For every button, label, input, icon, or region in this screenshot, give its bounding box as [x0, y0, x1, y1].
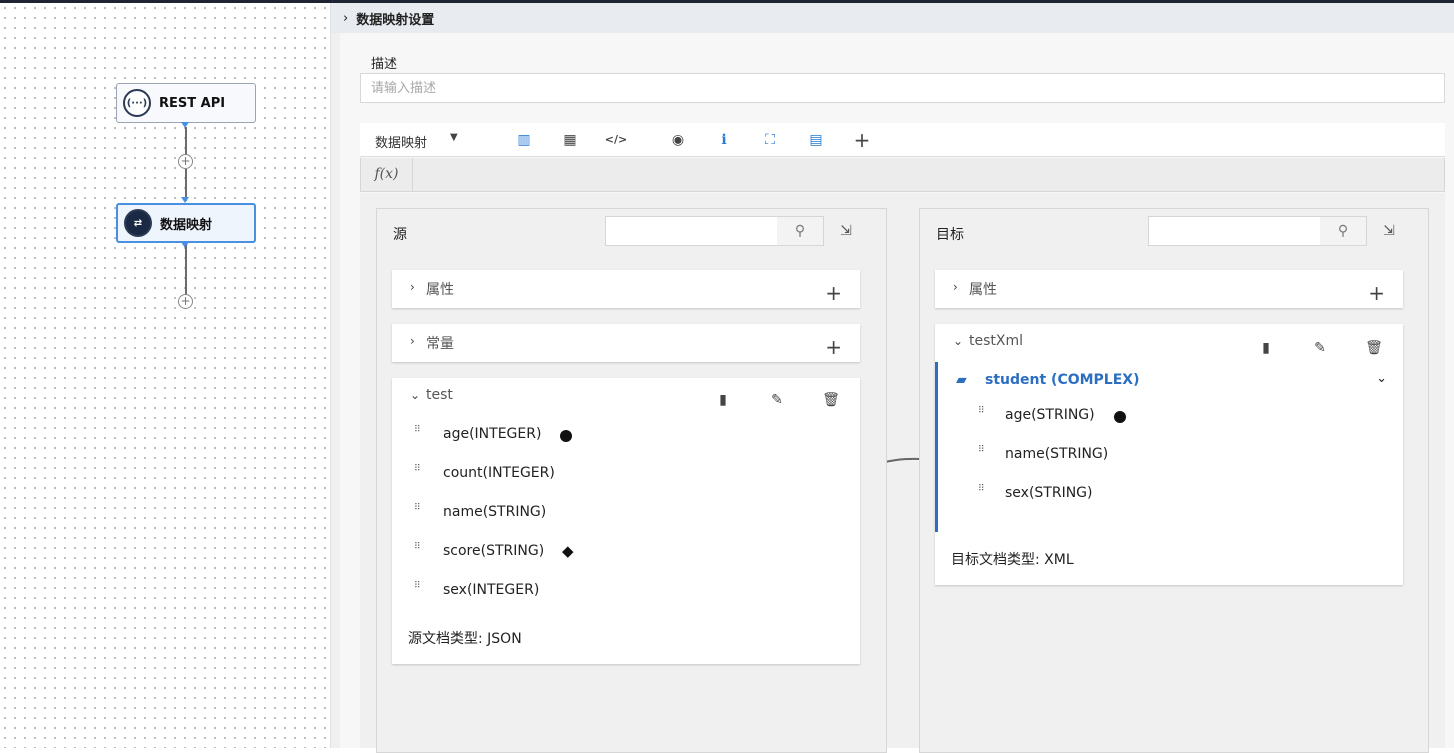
- target-properties-card[interactable]: › 属性 +: [935, 270, 1403, 308]
- chevron-down-icon[interactable]: ⌄: [1376, 371, 1387, 386]
- chevron-right-icon: ›: [953, 280, 958, 294]
- info-icon[interactable]: i: [712, 128, 736, 152]
- chevron-right-icon: ›: [410, 280, 415, 294]
- target-document-card: ⌄ testXml ▮ ✎ 🗑 ▰ student (COMPLEX) ⌄ ⠿ …: [935, 324, 1403, 585]
- add-node-button[interactable]: +: [178, 154, 193, 169]
- search-icon[interactable]: ⚲: [1320, 216, 1367, 246]
- properties-label: 属性: [426, 282, 454, 298]
- eye-icon[interactable]: ◉: [666, 128, 690, 152]
- chevron-down-icon[interactable]: ⌄: [953, 334, 963, 348]
- complex-field-group: ▰ student (COMPLEX) ⌄ ⠿ age(STRING) ⠿ na…: [935, 362, 1403, 532]
- connector-line: [185, 245, 187, 295]
- source-properties-card[interactable]: › 属性 +: [392, 270, 860, 308]
- trash-icon[interactable]: 🗑: [1365, 340, 1383, 356]
- caret-down-icon[interactable]: ▼: [450, 132, 458, 143]
- doc-type-label: 源文档类型: JSON: [408, 631, 522, 647]
- complex-field-name[interactable]: student (COMPLEX): [985, 372, 1140, 388]
- source-document-card: ⌄ test ▮ ✎ 🗑 ⠿ age(INTEGER) ⠿ count(INTE…: [392, 378, 860, 664]
- flow-node-rest-api[interactable]: (···) REST API: [116, 83, 256, 123]
- list-item[interactable]: ⠿ sex(INTEGER): [392, 578, 860, 606]
- document-name: test: [426, 387, 453, 403]
- node-label: REST API: [159, 95, 226, 111]
- drag-handle-icon[interactable]: ⠿: [414, 543, 424, 559]
- drag-handle-icon[interactable]: ⠿: [414, 426, 424, 442]
- drag-handle-icon[interactable]: ⠿: [414, 465, 424, 481]
- field-name: name(STRING): [1005, 446, 1109, 462]
- list-item[interactable]: ⠿ name(STRING): [392, 500, 860, 528]
- mapping-area: 源 ⚲ ⇲ › 属性 + › 常量 + ⌄ test ▮ ✎ 🗑 ⠿ age(I…: [360, 193, 1445, 753]
- map-marker-icon[interactable]: ⛶: [758, 128, 782, 152]
- columns-icon[interactable]: ▥: [512, 128, 536, 152]
- drag-handle-icon[interactable]: ⠿: [978, 485, 988, 501]
- list-item[interactable]: ⠿ name(STRING): [938, 442, 1403, 470]
- trash-icon[interactable]: 🗑: [822, 392, 840, 408]
- field-name: sex(INTEGER): [443, 582, 540, 598]
- list-item[interactable]: ⠿ age(INTEGER): [392, 422, 860, 450]
- export-icon[interactable]: ⇲: [836, 221, 856, 241]
- panel-header[interactable]: › 数据映射设置: [331, 3, 1454, 33]
- list-item[interactable]: ⠿ count(INTEGER): [392, 461, 860, 489]
- drag-handle-icon[interactable]: ⠿: [978, 407, 988, 423]
- field-name: name(STRING): [443, 504, 547, 520]
- field-name: age(INTEGER): [443, 426, 542, 442]
- mode-select[interactable]: 数据映射: [375, 132, 427, 151]
- chevron-right-icon: ›: [410, 334, 415, 348]
- folder-open-icon: ▰: [956, 372, 967, 388]
- list-item[interactable]: ⠿ age(STRING): [938, 403, 1403, 431]
- add-constant-button[interactable]: +: [825, 337, 842, 357]
- field-name: count(INTEGER): [443, 465, 555, 481]
- drag-handle-icon[interactable]: ⠿: [414, 582, 424, 598]
- properties-label: 属性: [969, 282, 997, 298]
- flow-canvas[interactable]: (···) REST API + ⇄ 数据映射 +: [0, 3, 331, 748]
- drag-handle-icon[interactable]: ⠿: [978, 446, 988, 462]
- source-constants-card[interactable]: › 常量 +: [392, 324, 860, 362]
- fx-button[interactable]: f(x): [361, 158, 413, 191]
- add-property-button[interactable]: +: [825, 283, 842, 303]
- mapping-toolbar: 数据映射 ▼ ▥ ▦ </> ◉ i ⛶ ▤ +: [360, 123, 1445, 157]
- target-column: 目标 ⚲ ⇲ › 属性 + ⌄ testXml ▮ ✎ 🗑 ▰ student …: [919, 208, 1429, 753]
- map-icon[interactable]: ▤: [804, 128, 828, 152]
- clipboard-icon[interactable]: ▮: [714, 392, 732, 408]
- drag-handle-icon[interactable]: ⠿: [414, 504, 424, 520]
- settings-panel: › 数据映射设置 描述 数据映射 ▼ ▥ ▦ </> ◉ i ⛶ ▤ + f(x…: [331, 3, 1454, 753]
- mapped-indicator-icon: [560, 430, 572, 442]
- search-icon[interactable]: ⚲: [777, 216, 824, 246]
- document-name: testXml: [969, 333, 1024, 349]
- code-icon[interactable]: </>: [604, 128, 628, 152]
- add-node-button[interactable]: +: [178, 294, 193, 309]
- source-title: 源: [393, 227, 407, 243]
- flow-node-data-mapping[interactable]: ⇄ 数据映射: [116, 203, 256, 243]
- fx-bar: f(x): [360, 158, 1445, 192]
- description-input[interactable]: [360, 73, 1445, 103]
- mapping-icon: ⇄: [124, 209, 152, 237]
- connector-line: [185, 127, 187, 157]
- description-label: 描述: [371, 57, 398, 72]
- edit-icon[interactable]: ✎: [1311, 340, 1329, 356]
- edit-icon[interactable]: ✎: [768, 392, 786, 408]
- panel-title: 数据映射设置: [356, 12, 435, 28]
- target-search-input[interactable]: [1148, 216, 1322, 246]
- list-item[interactable]: ⠿ sex(STRING): [938, 481, 1403, 509]
- clipboard-icon[interactable]: ▮: [1257, 340, 1275, 356]
- api-icon: (···): [123, 89, 151, 117]
- target-title: 目标: [936, 227, 964, 243]
- panel-body: 描述 数据映射 ▼ ▥ ▦ </> ◉ i ⛶ ▤ + f(x) 源 ⚲: [340, 33, 1454, 753]
- field-name: age(STRING): [1005, 407, 1095, 423]
- layers-icon: ◆: [562, 542, 574, 560]
- chevron-right-icon: ›: [343, 10, 349, 26]
- constants-label: 常量: [426, 336, 454, 352]
- node-label: 数据映射: [160, 217, 213, 233]
- doc-type-label: 目标文档类型: XML: [951, 552, 1074, 568]
- source-column: 源 ⚲ ⇲ › 属性 + › 常量 + ⌄ test ▮ ✎ 🗑 ⠿ age(I…: [376, 208, 887, 753]
- source-search-input[interactable]: [605, 216, 779, 246]
- mapped-indicator-icon: [1114, 411, 1126, 423]
- table-icon[interactable]: ▦: [558, 128, 582, 152]
- field-name: sex(STRING): [1005, 485, 1093, 501]
- plus-icon[interactable]: +: [850, 128, 874, 152]
- field-name: score(STRING): [443, 543, 545, 559]
- chevron-down-icon[interactable]: ⌄: [410, 388, 420, 402]
- list-item[interactable]: ⠿ score(STRING) ◆: [392, 539, 860, 567]
- export-icon[interactable]: ⇲: [1379, 221, 1399, 241]
- add-property-button[interactable]: +: [1368, 283, 1385, 303]
